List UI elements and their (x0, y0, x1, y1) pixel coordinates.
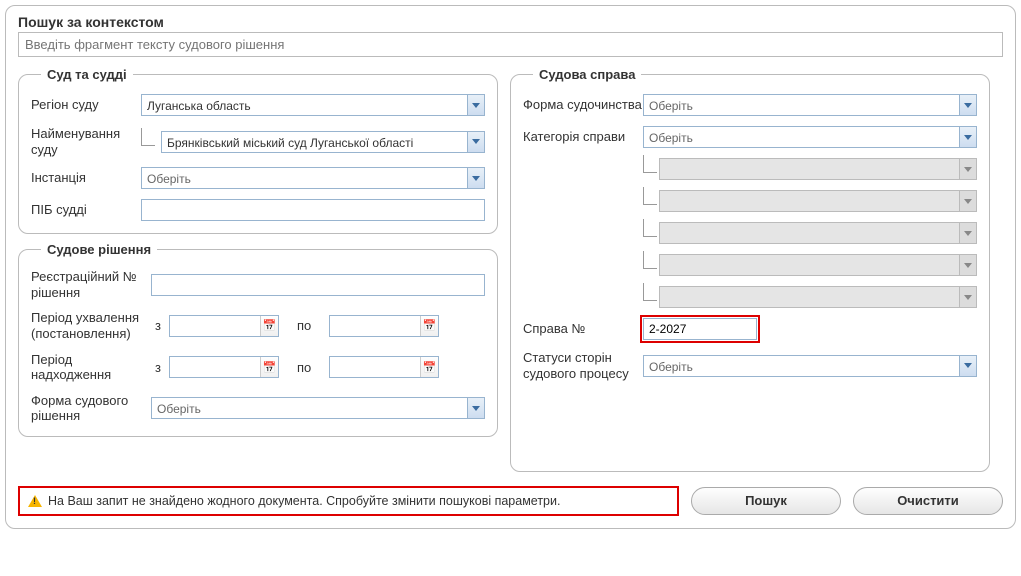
decision-form-label: Форма судового рішення (31, 393, 151, 424)
context-search-title: Пошук за контекстом (18, 14, 1003, 30)
calendar-icon[interactable]: 📅 (260, 316, 278, 336)
decision-legend: Судове рішення (41, 242, 157, 257)
tree-connector-icon (643, 155, 657, 173)
adopt-from-input[interactable] (170, 316, 260, 336)
period-from-label: з (151, 360, 165, 375)
adopt-to-input[interactable] (330, 316, 420, 336)
status-combo[interactable]: Оберіть (643, 355, 977, 377)
subcategory-combo-1 (659, 158, 977, 180)
calendar-icon[interactable]: 📅 (420, 357, 438, 377)
subcategory-combo-5 (659, 286, 977, 308)
decision-fieldset: Судове рішення Реєстраційний № рішення П… (18, 242, 498, 437)
region-value: Луганська область (142, 95, 467, 115)
category-placeholder: Оберіть (644, 127, 959, 147)
receipt-from-date[interactable]: 📅 (169, 356, 279, 378)
tree-connector-icon (643, 219, 657, 237)
court-name-label: Найменування суду (31, 126, 141, 157)
region-label: Регіон суду (31, 97, 141, 113)
category-label: Категорія справи (523, 129, 643, 145)
period-from-label: з (151, 318, 165, 333)
judge-input[interactable] (141, 199, 485, 221)
reg-no-input[interactable] (151, 274, 485, 296)
receipt-to-date[interactable]: 📅 (329, 356, 439, 378)
chevron-down-icon (959, 356, 976, 376)
status-label: Статуси сторін судового процесу (523, 350, 643, 381)
search-panel: Пошук за контекстом Суд та судді Регіон … (5, 5, 1016, 529)
proc-form-combo[interactable]: Оберіть (643, 94, 977, 116)
chevron-down-icon (467, 168, 484, 188)
period-to-label: по (297, 360, 311, 375)
calendar-icon[interactable]: 📅 (260, 357, 278, 377)
receipt-to-input[interactable] (330, 357, 420, 377)
chevron-down-icon (467, 132, 484, 152)
chevron-down-icon (959, 159, 976, 179)
form-columns: Суд та судді Регіон суду Луганська облас… (18, 67, 1003, 472)
status-placeholder: Оберіть (644, 356, 959, 376)
court-judges-legend: Суд та судді (41, 67, 133, 82)
case-no-input[interactable] (643, 318, 757, 340)
adopt-period-label: Період ухвалення (постановлення) (31, 310, 151, 341)
right-column: Судова справа Форма судочинства Оберіть … (510, 67, 990, 472)
proc-form-placeholder: Оберіть (644, 95, 959, 115)
tree-connector-icon (643, 187, 657, 205)
chevron-down-icon (467, 398, 484, 418)
chevron-down-icon (959, 191, 976, 211)
court-name-combo[interactable]: Брянківський міський суд Луганської обла… (161, 131, 485, 153)
chevron-down-icon (959, 287, 976, 307)
proc-form-label: Форма судочинства (523, 97, 643, 113)
chevron-down-icon (959, 127, 976, 147)
period-to-label: по (297, 318, 311, 333)
tree-connector-icon (141, 128, 155, 146)
instance-combo[interactable]: Оберіть (141, 167, 485, 189)
adopt-to-date[interactable]: 📅 (329, 315, 439, 337)
case-legend: Судова справа (533, 67, 641, 82)
tree-connector-icon (643, 251, 657, 269)
region-combo[interactable]: Луганська область (141, 94, 485, 116)
decision-form-combo[interactable]: Оберіть (151, 397, 485, 419)
subcategory-combo-3 (659, 222, 977, 244)
left-column: Суд та судді Регіон суду Луганська облас… (18, 67, 498, 437)
receipt-period-label: Період надходження (31, 352, 151, 383)
receipt-from-input[interactable] (170, 357, 260, 377)
court-judges-fieldset: Суд та судді Регіон суду Луганська облас… (18, 67, 498, 234)
chevron-down-icon (959, 255, 976, 275)
tree-connector-icon (643, 283, 657, 301)
case-no-highlight (640, 315, 760, 343)
chevron-down-icon (467, 95, 484, 115)
chevron-down-icon (959, 223, 976, 243)
context-search-input[interactable] (18, 32, 1003, 57)
case-no-label: Справа № (523, 321, 643, 337)
search-button[interactable]: Пошук (691, 487, 841, 515)
instance-placeholder: Оберіть (142, 168, 467, 188)
instance-label: Інстанція (31, 170, 141, 186)
clear-button[interactable]: Очистити (853, 487, 1003, 515)
adopt-from-date[interactable]: 📅 (169, 315, 279, 337)
footer: На Ваш запит не знайдено жодного докумен… (18, 486, 1003, 516)
error-message: На Ваш запит не знайдено жодного докумен… (18, 486, 679, 516)
subcategory-combo-2 (659, 190, 977, 212)
warning-icon (28, 495, 42, 507)
chevron-down-icon (959, 95, 976, 115)
error-text: На Ваш запит не знайдено жодного докумен… (48, 494, 560, 508)
reg-no-label: Реєстраційний № рішення (31, 269, 151, 300)
judge-label: ПІБ судді (31, 202, 141, 218)
calendar-icon[interactable]: 📅 (420, 316, 438, 336)
decision-form-placeholder: Оберіть (152, 398, 467, 418)
category-combo[interactable]: Оберіть (643, 126, 977, 148)
case-fieldset: Судова справа Форма судочинства Оберіть … (510, 67, 990, 472)
court-name-value: Брянківський міський суд Луганської обла… (162, 132, 467, 152)
subcategory-combo-4 (659, 254, 977, 276)
